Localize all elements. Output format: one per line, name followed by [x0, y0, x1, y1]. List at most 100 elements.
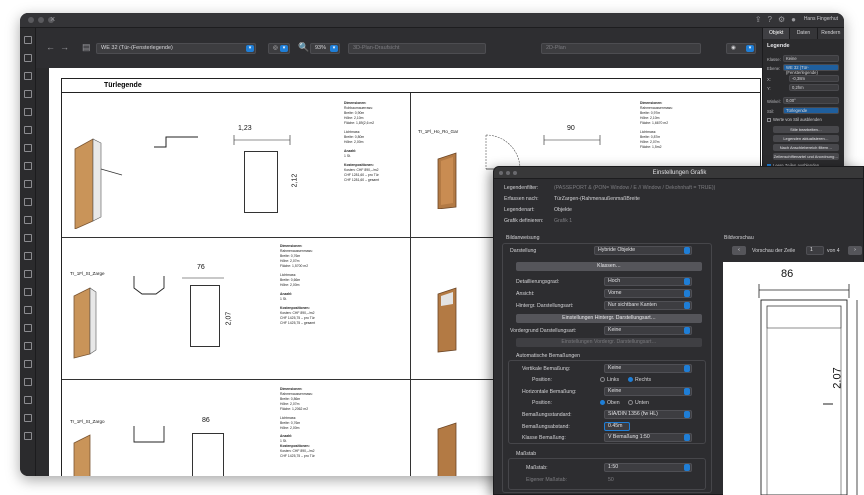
- detail-level-select[interactable]: Hoch: [604, 277, 692, 286]
- next-row-button[interactable]: ›: [848, 246, 862, 255]
- grid-tool-icon[interactable]: [24, 378, 32, 386]
- preview-row-input[interactable]: 1: [806, 246, 824, 255]
- symbol-tool-icon[interactable]: [24, 360, 32, 368]
- dimension-standard-select[interactable]: SIA/DIN 1356 (fw HL): [604, 410, 692, 419]
- dimension-line: [233, 135, 291, 145]
- field-label: X:: [767, 77, 771, 82]
- window-tool-icon[interactable]: [24, 252, 32, 260]
- custom-scale-value[interactable]: 50: [608, 477, 614, 483]
- horizontal-dimension-select[interactable]: Keine: [604, 387, 692, 396]
- dimension-line: [182, 277, 224, 279]
- pan-tool-icon[interactable]: [24, 54, 32, 62]
- angle-field[interactable]: 0,00°: [783, 97, 839, 104]
- chevron-down-icon: [684, 278, 690, 285]
- polyline-tool-icon[interactable]: [24, 180, 32, 188]
- hatch-tool-icon[interactable]: [24, 342, 32, 350]
- text-tool-icon[interactable]: [24, 72, 32, 80]
- hide-style-values-checkbox[interactable]: Werte von Stil ausblenden: [767, 117, 822, 122]
- dimension-standard-label: Bemaßungsstandard:: [522, 412, 572, 418]
- dimension-offset-input[interactable]: 0.45m: [604, 422, 630, 431]
- x-field[interactable]: -0,38m: [789, 75, 839, 82]
- view-mode-dropdown[interactable]: ◎ ▾: [268, 43, 290, 54]
- more-tools-icon[interactable]: [24, 432, 32, 440]
- roof-tool-icon[interactable]: [24, 306, 32, 314]
- field-label: Klasse:: [767, 57, 781, 62]
- door-elevation: [244, 151, 278, 213]
- position-left-radio[interactable]: Links: [600, 377, 619, 383]
- chevron-down-icon: ▾: [280, 45, 288, 52]
- window-controls[interactable]: [499, 171, 517, 175]
- scale-select[interactable]: 1:50: [604, 463, 692, 472]
- view-dropdown[interactable]: 3D-Plan-Draufsicht: [348, 43, 486, 54]
- help-icon[interactable]: ?: [768, 15, 772, 24]
- arc-tool-icon[interactable]: [24, 162, 32, 170]
- wall-tool-icon[interactable]: [24, 216, 32, 224]
- chevron-down-icon: [684, 247, 690, 254]
- position-top-radio[interactable]: Oben: [600, 400, 620, 406]
- background-render-select[interactable]: Nur sichtbare Kanten: [604, 301, 692, 310]
- foreground-settings-button[interactable]: Einstellungen Vordergr. Darstellungsart…: [516, 338, 702, 347]
- spec-line: CHF 1425,75 – gesamt: [280, 321, 316, 325]
- style-field[interactable]: Türlegende: [783, 107, 839, 114]
- position-bottom-radio[interactable]: Unten: [628, 400, 649, 406]
- eyedropper-tool-icon[interactable]: [24, 324, 32, 332]
- vertical-dimension-select[interactable]: Keine: [604, 364, 692, 373]
- tab-objekt[interactable]: Objekt: [763, 28, 791, 39]
- people-icon[interactable]: ●: [791, 15, 796, 24]
- filter-button[interactable]: Nach Anschlebereich filtern…: [773, 144, 839, 151]
- position-right-radio[interactable]: Rechts: [628, 377, 651, 383]
- layer-field[interactable]: WE 32 (Tür-(Fensterlegende): [783, 64, 839, 75]
- class-dropdown[interactable]: 2D-Plan: [541, 43, 701, 54]
- capture-by-value[interactable]: TürZargen-(RahmenaußenmaßBreite: [554, 196, 640, 202]
- selection-tool-icon[interactable]: [24, 36, 32, 44]
- preview-canvas: 86 2.07: [723, 262, 864, 495]
- edit-styles-button[interactable]: Stile bearbeiten…: [773, 126, 839, 133]
- foreground-render-select[interactable]: Keine: [604, 326, 692, 335]
- field-label: Y:: [767, 86, 771, 91]
- define-graphic-label: Grafik definieren:: [504, 218, 544, 224]
- view-toolbar: ← → ▤ WE 32 (Tür-(Fensterlegende) ▾ ◎ ▾ 🔍 …: [36, 28, 762, 68]
- rectangle-tool-icon[interactable]: [24, 126, 32, 134]
- connect-tool-icon[interactable]: [24, 414, 32, 422]
- preview-dimension-width: 86: [781, 268, 794, 280]
- user-name[interactable]: Hans Fingerhut: [804, 16, 838, 22]
- spec-line: Fläche: 1,5m2: [640, 145, 662, 149]
- view-select[interactable]: Vorne: [604, 289, 692, 298]
- measure-tool-icon[interactable]: [24, 396, 32, 404]
- class-field[interactable]: Keine: [783, 55, 839, 62]
- layer-dropdown[interactable]: WE 32 (Tür-(Fensterlegende) ▾: [96, 43, 256, 54]
- forward-icon[interactable]: →: [60, 42, 69, 53]
- back-icon[interactable]: ←: [46, 42, 55, 53]
- classes-button[interactable]: Klassen…: [516, 262, 702, 271]
- zoom-dropdown[interactable]: 93% ▾: [310, 43, 340, 54]
- settings-icon[interactable]: ⚙: [778, 15, 785, 24]
- polygon-tool-icon[interactable]: [24, 198, 32, 206]
- legend-type-value[interactable]: Objekte: [554, 207, 572, 213]
- arrangement-button[interactable]: Zeilenschiftenartel und Anordnung…: [773, 153, 839, 160]
- door-3d-illustration: [437, 152, 457, 209]
- representation-select[interactable]: Hybride Objekte: [594, 246, 692, 255]
- door-spec-block: Dimensionen: Rahmenaussenmass: Breite: 0…: [280, 387, 340, 459]
- tab-rendern[interactable]: Rendern: [817, 28, 844, 39]
- background-settings-button[interactable]: Einstellungen Hintergr. Darstellungsart…: [516, 314, 702, 323]
- previous-row-button[interactable]: ‹: [732, 246, 746, 255]
- stair-tool-icon[interactable]: [24, 270, 32, 278]
- spec-line: CHF 1425,75 – pro Tür: [280, 454, 315, 458]
- update-legends-button[interactable]: Legenden aktualisieren…: [773, 135, 839, 142]
- dimension-tool-icon[interactable]: [24, 90, 32, 98]
- door-tool-icon[interactable]: [24, 234, 32, 242]
- zoom-icon: 🔍: [298, 42, 310, 52]
- y-field[interactable]: 0,2hm: [789, 84, 839, 91]
- line-tool-icon[interactable]: [24, 108, 32, 116]
- close-tab-icon[interactable]: ×: [50, 14, 55, 24]
- tab-daten[interactable]: Daten: [790, 28, 818, 39]
- door-3d-illustration: [73, 287, 97, 359]
- circle-tool-icon[interactable]: [24, 144, 32, 152]
- slab-tool-icon[interactable]: [24, 288, 32, 296]
- door-spec-block: Dimensionen: Rahmenaussenmass: Breite: 0…: [640, 101, 700, 150]
- legend-filter-value[interactable]: (PASSEPORT & (PON= Window / E // Window …: [554, 185, 854, 191]
- share-icon[interactable]: ⇪: [755, 15, 762, 24]
- define-graphic-value[interactable]: Grafik 1: [554, 218, 572, 224]
- dimension-class-select[interactable]: V Bemaßung 1:50: [604, 433, 692, 442]
- render-dropdown[interactable]: ◉ ▾: [726, 43, 756, 54]
